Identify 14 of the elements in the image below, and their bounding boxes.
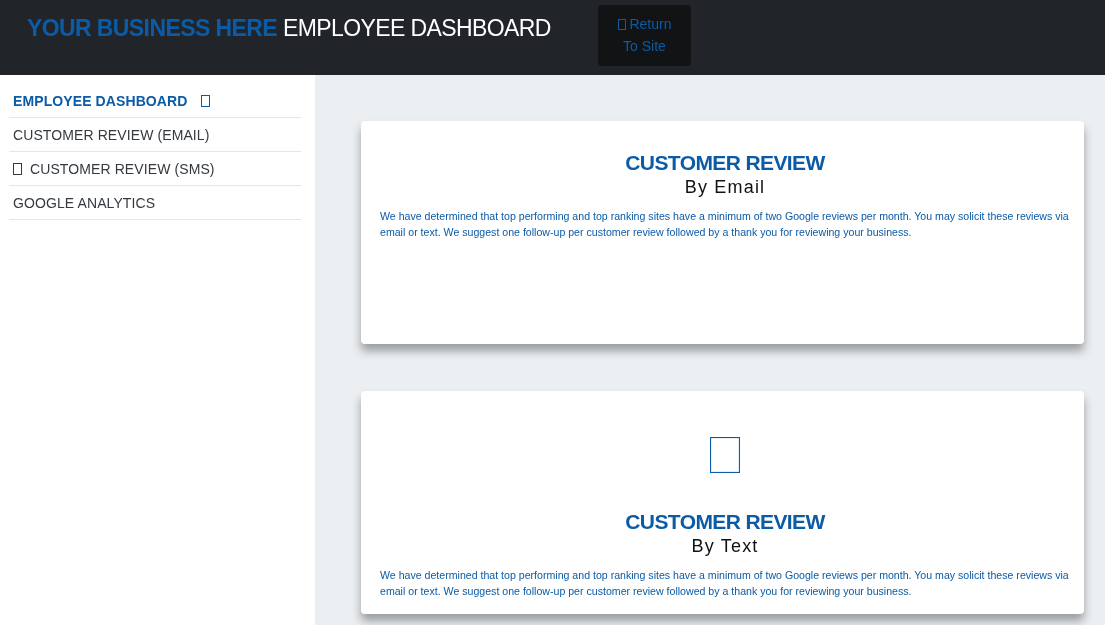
- empty-rectangle-icon: [201, 94, 211, 107]
- brand-name: YOUR BUSINESS HERE: [27, 15, 277, 42]
- sidebar-item[interactable]: GOOGLE ANALYTICS: [9, 186, 301, 220]
- page-title: EMPLOYEE DASHBOARD: [282, 15, 551, 42]
- card-description: We have determined that top performing and top ranking sites have a minimum of two Google reviews per month. You may solicit these reviews via email or text. We suggest one follow-up per customer review followed by a thank you for reviewing your business.: [380, 568, 1070, 599]
- sidebar-item[interactable]: CUSTOMER REVIEW (EMAIL): [9, 118, 301, 152]
- sidebar-item[interactable]: EMPLOYEE DASHBOARD: [9, 84, 301, 118]
- card-subtitle: By Text: [691, 535, 759, 557]
- card-description: We have determined that top performing and top ranking sites have a minimum of two Google reviews per month. You may solicit these reviews via email or text. We suggest one follow-up per customer review followed by a thank you for reviewing your business.: [380, 209, 1070, 240]
- card-title: CUSTOMER REVIEW: [625, 509, 825, 535]
- card-title: CUSTOMER REVIEW: [625, 150, 825, 176]
- card-subtitle: By Email: [684, 176, 766, 198]
- empty-rectangle-icon: [13, 162, 22, 175]
- sidebar-item[interactable]: CUSTOMER REVIEW (SMS): [9, 152, 301, 186]
